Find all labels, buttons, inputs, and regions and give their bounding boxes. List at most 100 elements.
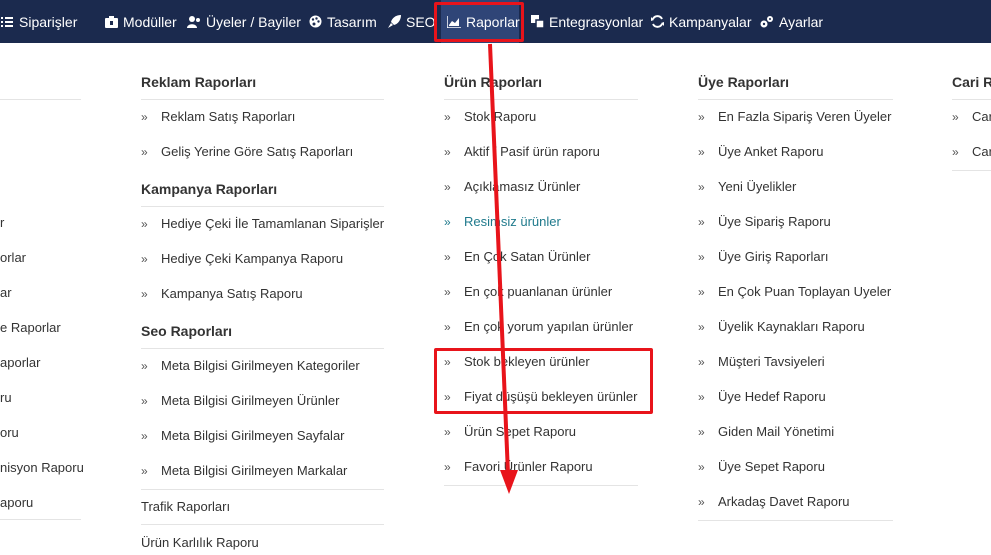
gears-icon [760,15,774,29]
urun-raporlari-title: Ürün Raporları [444,74,543,90]
menu-item-en-cok-puanlanan[interactable]: » En çok puanlanan ürünler [444,284,612,299]
nav-item-entegrasyonlar[interactable]: Entegrasyonlar [530,0,643,43]
double-chevron-icon: » [952,144,959,159]
menu-item-favori-urunler[interactable]: » Favori Ürünler Raporu [444,459,593,474]
column-separator [698,520,893,521]
menu-item-uye-siparis[interactable]: » Üye Sipariş Raporu [698,214,831,229]
seo-raporlari-title: Seo Raporları [141,323,233,339]
menu-item-giden-mail[interactable]: » Giden Mail Yönetimi [698,424,834,439]
uye-raporlari-title: Üye Raporları [698,74,790,90]
nav-item-kampanyalar[interactable]: Kampanyalar [650,0,752,43]
menu-item-en-cok-yorum[interactable]: » En çok yorum yapılan ürünler [444,319,633,334]
menu-item-uye-sepet[interactable]: » Üye Sepet Raporu [698,459,825,474]
menu-item-meta-markalar[interactable]: » Meta Bilgisi Girilmeyen Markalar [141,463,347,478]
left-partial-item[interactable]: orlar [0,250,26,265]
menu-item-cari-1[interactable]: » Car [952,109,991,124]
nav-item-seo[interactable]: SEO [387,0,436,43]
menu-item-stok-raporu[interactable]: » Stok Raporu [444,109,536,124]
column-separator [698,99,893,100]
menu-item-urun-karlilik[interactable]: Ürün Karlılık Raporu [141,535,259,550]
menu-item-urun-sepet[interactable]: » Ürün Sepet Raporu [444,424,576,439]
nav-item-tasarim[interactable]: Tasarım [308,0,377,43]
double-chevron-icon: » [444,179,451,194]
double-chevron-icon: » [698,144,705,159]
double-chevron-icon: » [698,459,705,474]
menu-item-meta-sayfalar[interactable]: » Meta Bilgisi Girilmeyen Sayfalar [141,428,345,443]
column-separator [444,99,638,100]
left-col-separator [0,519,81,520]
menu-item-kampanya-satis[interactable]: » Kampanya Satış Raporu [141,286,303,301]
double-chevron-icon: » [141,286,148,301]
menu-item-uye-hedef[interactable]: » Üye Hedef Raporu [698,389,826,404]
reklam-raporlari-title: Reklam Raporları [141,74,257,90]
double-chevron-icon: » [444,459,451,474]
nav-item-moduller[interactable]: Modüller [104,0,177,43]
column-separator [952,99,991,100]
integration-icon [530,15,544,29]
menu-item-cari-2[interactable]: » Car [952,144,991,159]
left-partial-item[interactable]: e Raporlar [0,320,61,335]
left-partial-item[interactable]: aporlar [0,355,40,370]
menu-item-musteri-tavsiyeleri[interactable]: » Müşteri Tavsiyeleri [698,354,825,369]
double-chevron-icon: » [141,144,148,159]
menu-item-aktif-pasif[interactable]: » Aktif / Pasif ürün raporu [444,144,600,159]
double-chevron-icon: » [444,144,451,159]
refresh-icon [650,15,664,29]
menu-item-en-fazla-siparis[interactable]: » En Fazla Sipariş Veren Üyeler [698,109,891,124]
double-chevron-icon: » [141,216,148,231]
double-chevron-icon: » [698,354,705,369]
column-separator [141,489,384,490]
left-partial-item[interactable]: oru [0,425,19,440]
left-partial-item[interactable]: aporu [0,495,33,510]
menu-item-stok-bekleyen[interactable]: » Stok bekleyen ürünler [444,354,590,369]
double-chevron-icon: » [698,249,705,264]
left-partial-item[interactable]: nisyon Raporu [0,460,84,475]
users-icon [187,15,201,29]
menu-item-arkadas-davet[interactable]: » Arkadaş Davet Raporu [698,494,850,509]
left-partial-item[interactable]: r [0,215,4,230]
column-separator [952,170,991,171]
double-chevron-icon: » [444,424,451,439]
menu-item-en-cok-puan[interactable]: » En Çok Puan Toplayan Uyeler [698,284,891,299]
double-chevron-icon: » [141,463,148,478]
menu-item-hediye-ceki-kampanya[interactable]: » Hediye Çeki Kampanya Raporu [141,251,343,266]
menu-item-uye-giris[interactable]: » Üye Giriş Raporları [698,249,829,264]
left-partial-item[interactable]: ar [0,285,12,300]
menu-item-trafik-raporlari[interactable]: Trafik Raporları [141,499,230,514]
nav-label: Modüller [123,13,177,30]
nav-label: Siparişler [19,13,78,30]
double-chevron-icon: » [698,319,705,334]
menu-item-uye-anket[interactable]: » Üye Anket Raporu [698,144,824,159]
nav-item-uyeler-bayiler[interactable]: Üyeler / Bayiler [187,0,301,43]
menu-item-en-cok-satan[interactable]: » En Çok Satan Ürünler [444,249,590,264]
double-chevron-icon: » [444,249,451,264]
menu-item-yeni-uyelikler[interactable]: » Yeni Üyelikler [698,179,796,194]
menu-item-hediye-ceki-siparis[interactable]: » Hediye Çeki İle Tamamlanan Siparişler [141,216,384,231]
menu-item-reklam-satis[interactable]: » Reklam Satış Raporları [141,109,295,124]
menu-item-uyelik-kaynaklari[interactable]: » Üyelik Kaynakları Raporu [698,319,865,334]
double-chevron-icon: » [444,214,451,229]
rocket-icon [387,15,401,29]
nav-item-ayarlar[interactable]: Ayarlar [760,0,823,43]
nav-item-siparisler[interactable]: Siparişler [0,0,77,43]
menu-item-gelis-yerine-gore[interactable]: » Geliş Yerine Göre Satış Raporları [141,144,353,159]
kampanya-raporlari-title: Kampanya Raporları [141,181,278,197]
menu-item-aciklamasiz[interactable]: » Açıklamasız Ürünler [444,179,580,194]
menu-item-meta-kategoriler[interactable]: » Meta Bilgisi Girilmeyen Kategoriler [141,358,360,373]
double-chevron-icon: » [141,358,148,373]
menu-item-fiyat-dususu-bekleyen[interactable]: » Fiyat düşüşü bekleyen ürünler [444,389,637,404]
column-separator [141,524,384,525]
menu-item-meta-urunler[interactable]: » Meta Bilgisi Girilmeyen Ürünler [141,393,339,408]
nav-label: SEO [406,13,436,30]
left-partial-item[interactable]: ru [0,390,12,405]
column-separator [141,206,384,207]
column-separator [141,99,384,100]
menu-item-resimsiz[interactable]: » Resimsiz ürünler [444,214,561,229]
nav-label: Kampanyalar [669,13,752,30]
double-chevron-icon: » [698,109,705,124]
double-chevron-icon: » [444,389,451,404]
nav-item-raporlar[interactable]: Raporlar [441,0,520,43]
nav-label: Ayarlar [779,13,824,30]
double-chevron-icon: » [698,284,705,299]
nav-label: Raporlar [466,13,520,30]
